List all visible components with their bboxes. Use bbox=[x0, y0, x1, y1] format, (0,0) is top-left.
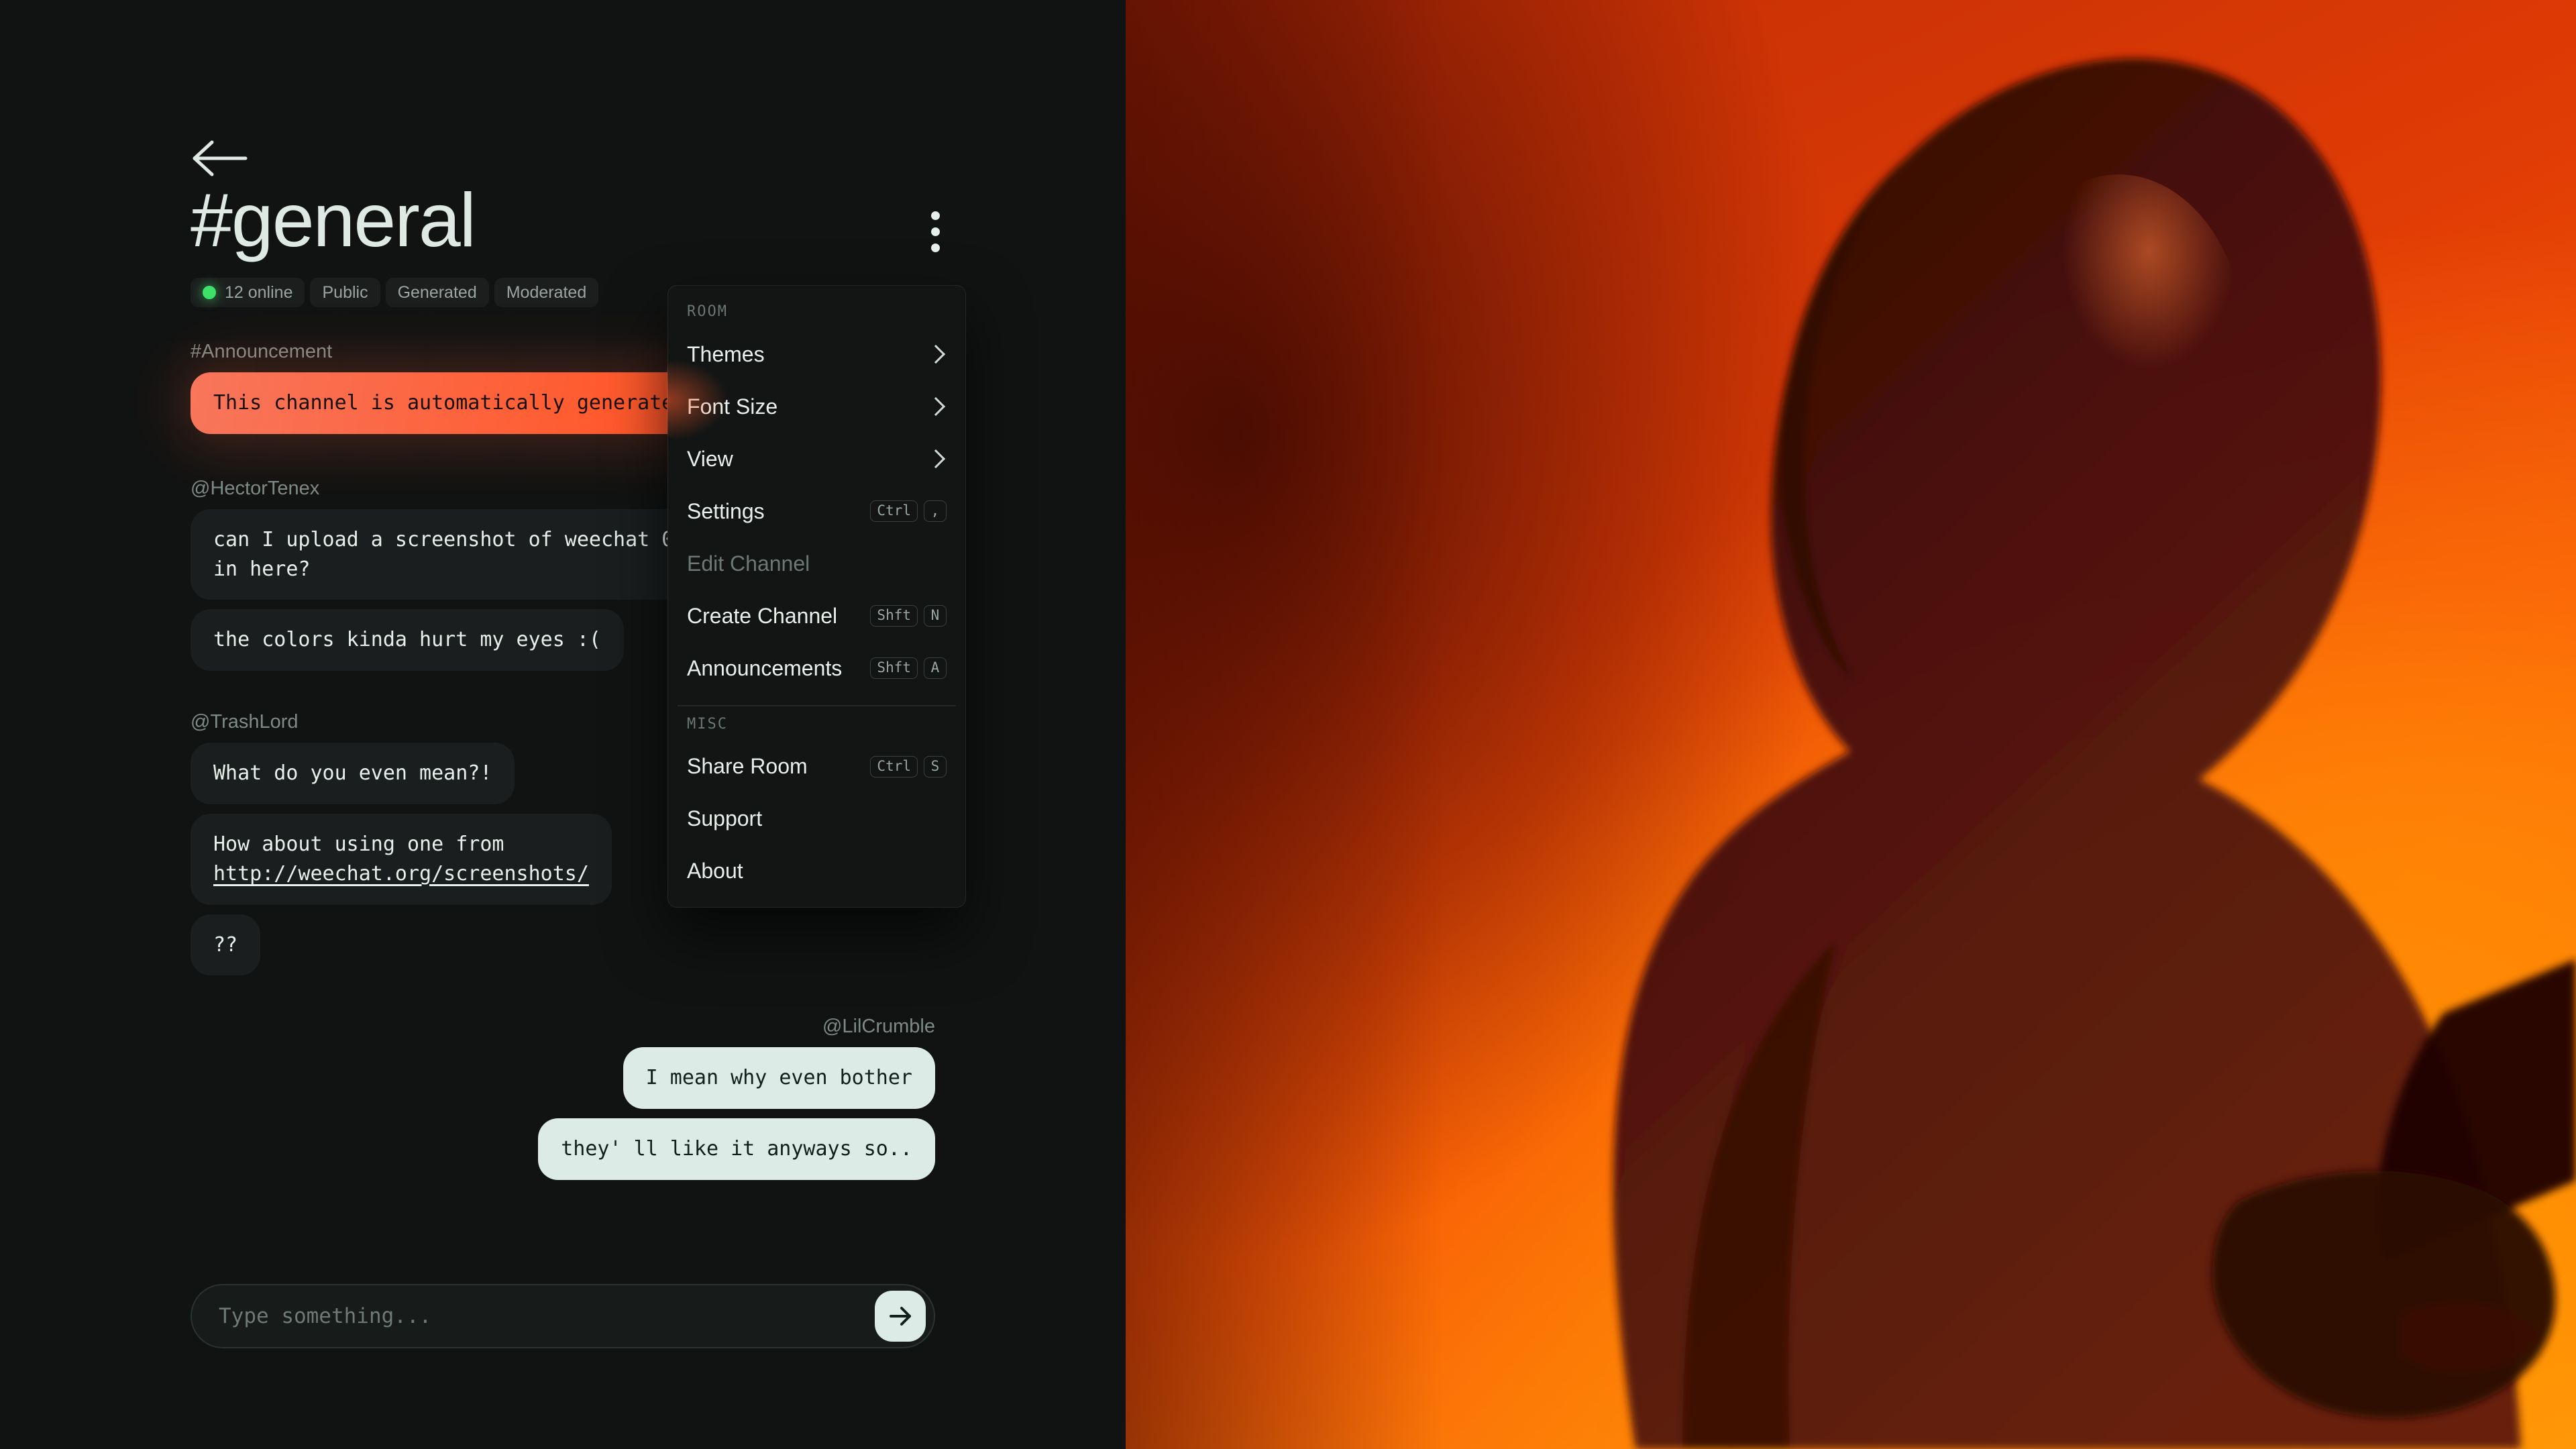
back-button[interactable] bbox=[192, 134, 254, 182]
arrow-left-icon bbox=[192, 137, 248, 180]
kbd-key: Ctrl bbox=[870, 500, 918, 522]
message-input[interactable] bbox=[219, 1304, 875, 1328]
message-author: @LilCrumble bbox=[822, 1016, 935, 1038]
send-button[interactable] bbox=[875, 1291, 926, 1342]
menu-divider bbox=[678, 705, 956, 706]
room-tag: Moderated bbox=[494, 278, 599, 307]
menu-item-label: Font Size bbox=[687, 394, 778, 419]
message-link[interactable]: http://weechat.org/screenshots/ bbox=[213, 862, 589, 885]
menu-item-shortcut: Shft A bbox=[870, 657, 947, 679]
menu-item-support[interactable]: Support bbox=[668, 793, 965, 845]
room-tag: Public bbox=[310, 278, 380, 307]
chat-panel: #general 12 online Public Generated Moderat… bbox=[0, 0, 1126, 1449]
menu-item-announcements[interactable]: Announcements Shft A bbox=[668, 642, 965, 694]
menu-item-settings[interactable]: Settings Ctrl, bbox=[668, 485, 965, 537]
menu-item-label: View bbox=[687, 446, 733, 471]
menu-item-shortcut: Shft N bbox=[870, 605, 947, 627]
kbd-key: Shft bbox=[870, 605, 918, 627]
chevron-right-icon bbox=[926, 396, 946, 417]
message-bubble[interactable]: the colors kinda hurt my eyes :( bbox=[191, 609, 624, 672]
room-tag-label: Public bbox=[322, 282, 368, 302]
room-options-menu[interactable]: ROOM Themes Font Size View Settings Ctrl, Edit… bbox=[667, 285, 966, 908]
message-bubble[interactable]: ?? bbox=[191, 914, 261, 976]
menu-item-share-room[interactable]: Share Room Ctrl S bbox=[668, 741, 965, 793]
kbd-key: , bbox=[924, 500, 947, 522]
kbd-key: S bbox=[924, 755, 947, 777]
message-composer[interactable] bbox=[191, 1284, 935, 1348]
menu-item-edit-channel: Edit Channel bbox=[668, 537, 965, 590]
online-status-dot bbox=[203, 286, 216, 299]
room-tag: Generated bbox=[385, 278, 489, 307]
message-bubble[interactable]: can I upload a screenshot of weechat 0.3… bbox=[191, 508, 721, 600]
menu-item-label: Share Room bbox=[687, 754, 808, 778]
kbd-key: Ctrl bbox=[870, 755, 918, 777]
menu-item-label: Announcements bbox=[687, 655, 843, 680]
arrow-right-icon bbox=[885, 1301, 915, 1331]
menu-item-label: About bbox=[687, 859, 743, 883]
room-tag-label: 12 online bbox=[225, 282, 293, 302]
menu-item-shortcut: Ctrl S bbox=[870, 755, 947, 777]
menu-item-shortcut: Ctrl, bbox=[870, 500, 947, 522]
room-meta-tags: 12 online Public Generated Moderated bbox=[191, 278, 599, 307]
message-bubble[interactable]: I mean why even bother bbox=[623, 1047, 935, 1110]
menu-item-label: Settings bbox=[687, 498, 765, 523]
menu-item-font-size[interactable]: Font Size bbox=[668, 380, 965, 433]
app-root: #general 12 online Public Generated Moderat… bbox=[0, 0, 2576, 1449]
chevron-right-icon bbox=[926, 344, 946, 364]
menu-section-label: ROOM bbox=[687, 303, 728, 320]
menu-item-label: Edit Channel bbox=[687, 551, 810, 576]
kbd-key: N bbox=[924, 605, 947, 627]
room-tag: 12 online bbox=[191, 278, 305, 307]
menu-item-label: Support bbox=[687, 806, 763, 830]
more-options-button[interactable] bbox=[914, 201, 957, 262]
message-group: @LilCrumble I mean why even bother they' l… bbox=[191, 1016, 935, 1189]
message-bubble[interactable]: What do you even mean?! bbox=[191, 743, 515, 804]
menu-item-label: Themes bbox=[687, 341, 765, 366]
kbd-key: A bbox=[924, 657, 947, 679]
menu-item-create-channel[interactable]: Create Channel Shft N bbox=[668, 590, 965, 642]
message-bubble[interactable]: they' ll like it anyways so.. bbox=[538, 1118, 935, 1180]
chevron-right-icon bbox=[926, 449, 946, 469]
menu-section-label: MISC bbox=[687, 715, 728, 733]
menu-item-about[interactable]: About bbox=[668, 845, 965, 898]
kbd-key: Shft bbox=[870, 657, 918, 679]
menu-item-view[interactable]: View bbox=[668, 433, 965, 485]
message-bubble[interactable]: How about using one from http://weechat.… bbox=[191, 813, 612, 905]
hero-photo-panel bbox=[1126, 0, 2576, 1449]
photo-vignette bbox=[1126, 0, 2576, 1449]
menu-item-label: Create Channel bbox=[687, 603, 838, 628]
room-tag-label: Moderated bbox=[506, 282, 587, 302]
menu-item-themes[interactable]: Themes bbox=[668, 328, 965, 380]
room-tag-label: Generated bbox=[397, 282, 477, 302]
page-title: #general bbox=[191, 178, 476, 262]
